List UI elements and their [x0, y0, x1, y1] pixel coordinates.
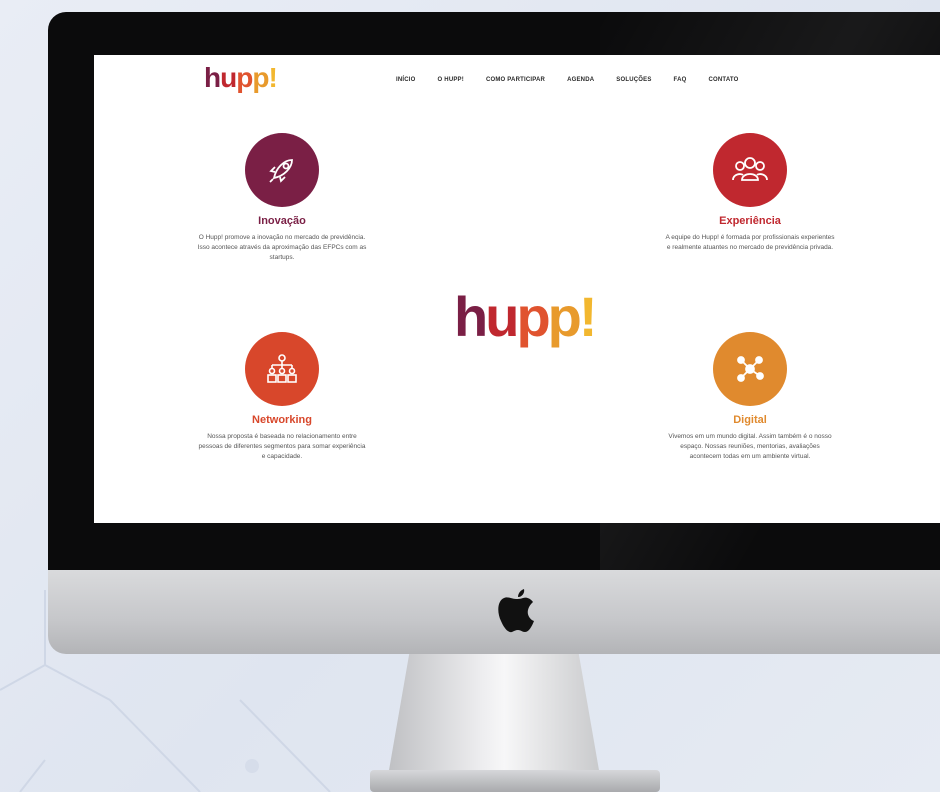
nav-o-hupp[interactable]: O HUPP!	[438, 77, 464, 83]
nav-como-participar[interactable]: COMO PARTICIPAR	[486, 77, 545, 83]
feature-networking: Networking Nossa proposta é baseada no r…	[187, 332, 377, 462]
feature-title: Digital	[733, 414, 767, 426]
network-people-icon	[245, 332, 319, 406]
feature-description: Nossa proposta é baseada no relacionamen…	[198, 433, 366, 460]
rocket-icon	[245, 133, 319, 207]
feature-title: Inovação	[258, 215, 306, 227]
nav-agenda[interactable]: AGENDA	[567, 77, 594, 83]
monitor-stand-base	[370, 770, 660, 792]
share-nodes-icon	[713, 332, 787, 406]
feature-digital: Digital Vivemos em um mundo digital. Ass…	[655, 332, 845, 462]
feature-title: Experiência	[719, 215, 781, 227]
nav-contato[interactable]: CONTATO	[708, 77, 738, 83]
feature-description: Vivemos em um mundo digital. Assim també…	[668, 433, 832, 460]
feature-inovacao: Inovação O Hupp! promove a inovação no m…	[187, 133, 377, 263]
apple-logo-icon	[498, 589, 534, 633]
feature-experiencia: Experiência A equipe do Hupp! é formada …	[655, 133, 845, 253]
nav-inicio[interactable]: INÍCIO	[396, 77, 416, 83]
feature-description: O Hupp! promove a inovação no mercado de…	[197, 234, 367, 261]
feature-title: Networking	[252, 414, 312, 426]
center-logo: hupp!	[454, 285, 597, 348]
main-nav: INÍCIO O HUPP! COMO PARTICIPAR AGENDA SO…	[396, 77, 739, 83]
nav-solucoes[interactable]: SOLUÇÕES	[616, 77, 651, 83]
people-icon	[713, 133, 787, 207]
monitor-stand	[388, 654, 600, 776]
nav-faq[interactable]: FAQ	[674, 77, 687, 83]
feature-description: A equipe do Hupp! é formada por profissi…	[665, 234, 835, 251]
site-logo[interactable]: hupp!	[204, 63, 278, 93]
website-screen: hupp! INÍCIO O HUPP! COMO PARTICIPAR AGE…	[94, 55, 940, 523]
